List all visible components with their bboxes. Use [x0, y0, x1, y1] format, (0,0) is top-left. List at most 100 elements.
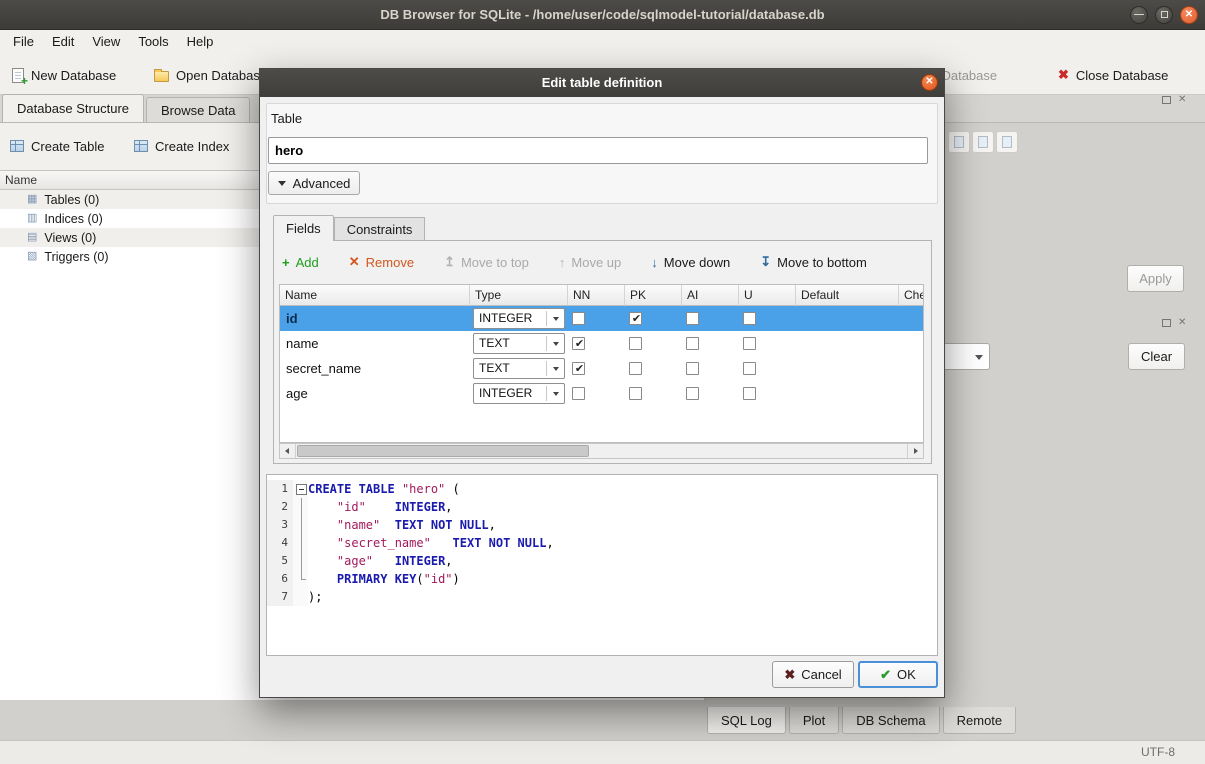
dock-float-icon[interactable] [1162, 319, 1171, 327]
scroll-left-icon[interactable] [280, 444, 296, 458]
pk-checkbox[interactable] [629, 337, 642, 350]
dock-float-icon[interactable] [1162, 96, 1171, 104]
line-number: 5 [267, 552, 293, 570]
sql-preview[interactable]: 1CREATE TABLE "hero" (2 "id" INTEGER,3 "… [266, 474, 938, 656]
encoding-indicator[interactable]: UTF-8 [1141, 745, 1175, 759]
cell-editor-toolbar-icon[interactable] [972, 131, 994, 153]
advanced-toggle-button[interactable]: Advanced [268, 171, 360, 195]
field-name-cell[interactable]: id [280, 306, 470, 331]
tab-plot[interactable]: Plot [789, 707, 839, 734]
field-ai-cell [682, 381, 739, 406]
ai-checkbox[interactable] [686, 387, 699, 400]
fold-margin-icon [293, 498, 308, 516]
column-header-pk[interactable]: PK [625, 285, 682, 306]
column-header-nn[interactable]: NN [568, 285, 625, 306]
dialog-tab-constraints[interactable]: Constraints [334, 217, 426, 241]
sql-code: "id" INTEGER, [308, 498, 453, 516]
field-type-cell: TEXT [470, 331, 568, 356]
column-header-type[interactable]: Type [470, 285, 568, 306]
column-header-check[interactable]: Check [899, 285, 924, 306]
field-check-cell[interactable] [899, 381, 924, 406]
u-checkbox[interactable] [743, 362, 756, 375]
table-name-input[interactable] [268, 137, 928, 164]
fold-margin-icon[interactable] [293, 480, 308, 498]
tab-remote[interactable]: Remote [943, 707, 1017, 734]
tab-browse-data[interactable]: Browse Data [146, 97, 250, 122]
field-default-cell[interactable] [796, 331, 899, 356]
field-name-cell[interactable]: name [280, 331, 470, 356]
scrollbar-thumb[interactable] [297, 445, 589, 457]
tab-sql-log[interactable]: SQL Log [707, 707, 786, 734]
fold-margin-icon [293, 552, 308, 570]
ai-checkbox[interactable] [686, 362, 699, 375]
nn-checkbox[interactable] [572, 337, 585, 350]
field-check-cell[interactable] [899, 356, 924, 381]
close-database-button[interactable]: ✖ Close Database [1052, 61, 1174, 89]
field-name-cell[interactable]: secret_name [280, 356, 470, 381]
tab-db-schema[interactable]: DB Schema [842, 707, 939, 734]
nn-checkbox[interactable] [572, 387, 585, 400]
ok-button[interactable]: ✔ OK [858, 661, 938, 688]
dialog-titlebar[interactable]: Edit table definition ✕ [260, 69, 944, 97]
column-header-default[interactable]: Default [796, 285, 899, 306]
dialog-tab-fields[interactable]: Fields [273, 215, 334, 241]
field-row-name[interactable]: nameTEXT [280, 331, 923, 356]
field-check-cell[interactable] [899, 306, 924, 331]
window-titlebar[interactable]: DB Browser for SQLite - /home/user/code/… [0, 0, 1205, 30]
cancel-label: Cancel [801, 667, 841, 682]
maximize-icon[interactable] [1155, 6, 1173, 24]
u-checkbox[interactable] [743, 312, 756, 325]
remove-button[interactable]: ✕Remove [349, 254, 414, 270]
column-header-u[interactable]: U [739, 285, 796, 306]
menu-view[interactable]: View [83, 30, 129, 54]
cancel-button[interactable]: ✖ Cancel [772, 661, 854, 688]
pk-checkbox[interactable] [629, 312, 642, 325]
field-row-age[interactable]: ageINTEGER [280, 381, 923, 406]
create-table-button[interactable]: Create Table [10, 133, 104, 159]
apply-button[interactable]: Apply [1127, 265, 1184, 292]
field-default-cell[interactable] [796, 381, 899, 406]
dock-close-icon[interactable]: ✕ [1178, 95, 1186, 105]
menu-tools[interactable]: Tools [129, 30, 177, 54]
move-bottom-button[interactable]: ↧Move to bottom [760, 254, 867, 270]
nn-checkbox[interactable] [572, 312, 585, 325]
new-database-button[interactable]: New Database [6, 61, 122, 89]
tab-database-structure[interactable]: Database Structure [2, 94, 144, 122]
ai-checkbox[interactable] [686, 337, 699, 350]
menu-file[interactable]: File [4, 30, 43, 54]
dialog-close-icon[interactable]: ✕ [921, 74, 938, 91]
column-header-name[interactable]: Name [280, 285, 470, 306]
scroll-right-icon[interactable] [907, 444, 923, 458]
dock-close-icon[interactable]: ✕ [1178, 318, 1186, 328]
u-checkbox[interactable] [743, 387, 756, 400]
column-header-ai[interactable]: AI [682, 285, 739, 306]
field-row-secret_name[interactable]: secret_nameTEXT [280, 356, 923, 381]
field-default-cell[interactable] [796, 306, 899, 331]
type-select[interactable]: INTEGER [473, 308, 565, 329]
new-database-label: New Database [31, 68, 116, 83]
cell-editor-toolbar-icon[interactable] [996, 131, 1018, 153]
type-select[interactable]: TEXT [473, 358, 565, 379]
pk-checkbox[interactable] [629, 387, 642, 400]
create-index-button[interactable]: Create Index [134, 133, 229, 159]
ai-checkbox[interactable] [686, 312, 699, 325]
field-row-id[interactable]: idINTEGER [280, 306, 923, 331]
clear-button[interactable]: Clear [1128, 343, 1185, 370]
field-check-cell[interactable] [899, 331, 924, 356]
field-name-cell[interactable]: age [280, 381, 470, 406]
field-default-cell[interactable] [796, 356, 899, 381]
close-icon[interactable]: ✕ [1180, 6, 1198, 24]
type-select[interactable]: INTEGER [473, 383, 565, 404]
nn-checkbox[interactable] [572, 362, 585, 375]
pk-checkbox[interactable] [629, 362, 642, 375]
horizontal-scrollbar[interactable] [279, 443, 924, 459]
cell-editor-toolbar-icon[interactable] [948, 131, 970, 153]
move-down-button[interactable]: ↓Move down [651, 255, 730, 270]
minimize-icon[interactable]: — [1130, 6, 1148, 24]
add-button[interactable]: +Add [282, 255, 319, 270]
menu-edit[interactable]: Edit [43, 30, 83, 54]
type-select[interactable]: TEXT [473, 333, 565, 354]
menu-help[interactable]: Help [178, 30, 223, 54]
open-database-button[interactable]: Open Database [148, 61, 273, 89]
u-checkbox[interactable] [743, 337, 756, 350]
